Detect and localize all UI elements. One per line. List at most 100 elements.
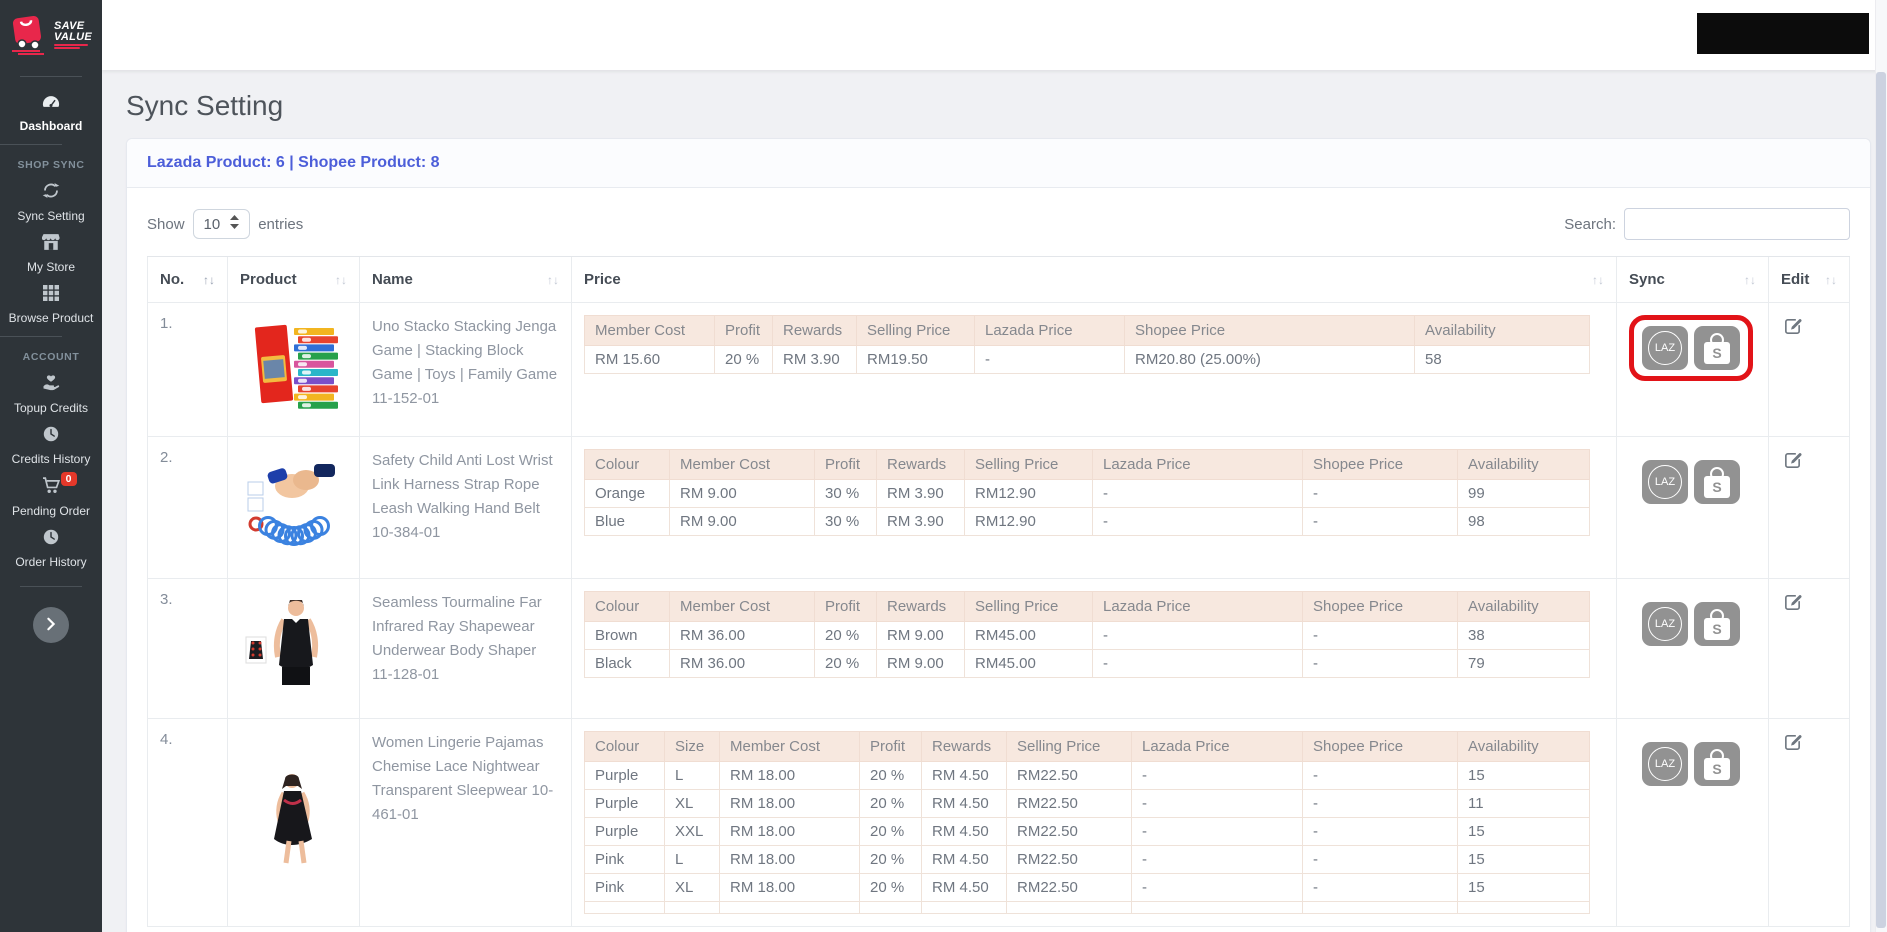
product-name-cell: Uno Stacko Stacking Jenga Game | Stackin… [359,303,571,436]
price-col-rewards: Rewards [921,731,1007,762]
column-header-name[interactable]: Name ↑↓ [359,257,571,302]
variant-value [1006,901,1132,914]
variant-row: Purple L RM 18.00 20 % RM 4.50 RM22.50- -15 [584,761,1590,790]
sync-cell: LAZ S [1616,579,1768,718]
product-name: Safety Child Anti Lost Wrist Link Harnes… [372,452,553,517]
card-body: Show 10 entries Search: No. ↑↓ Product ↑↓ Na… [127,188,1870,932]
sidebar-item-label: Topup Credits [13,401,89,415]
shopee-icon-letter: S [1712,760,1722,777]
shopee-sync-button[interactable]: S [1694,602,1740,646]
price-table: Colour Member Cost Profit Rewards Selling Pr… [584,591,1590,678]
edit-button[interactable] [1781,449,1804,475]
variant-value: - [1302,479,1458,508]
sidebar-section-heading: SHOP SYNC [17,159,85,171]
sidebar-item-label: Sync Setting [17,209,85,223]
sort-icon: ↑↓ [1592,272,1604,287]
variant-value: RM 9.00 [876,649,965,678]
sync-setting-card: Lazada Product: 6 | Shopee Product: 8 Sh… [126,138,1871,932]
table-header-row: No. ↑↓ Product ↑↓ Name ↑↓ Price ↑↓ Sync ↑↓ Edit ↑↓ [147,257,1850,303]
lazada-sync-button[interactable]: LAZ [1642,602,1688,646]
variant-value [921,901,1007,914]
variant-value: Black [584,649,670,678]
column-header-sync[interactable]: Sync ↑↓ [1616,257,1768,302]
variant-value: 11 [1457,789,1590,818]
variant-value: RM 4.50 [921,789,1007,818]
product-image-cell [227,303,359,436]
entries-label: entries [258,215,304,233]
column-header-label: Edit [1781,271,1810,288]
shopee-sync-button[interactable]: S [1694,460,1740,504]
variant-value: RM 9.00 [669,507,815,536]
column-header-price[interactable]: Price ↑↓ [571,257,1616,302]
sync-icon [42,182,60,204]
edit-button[interactable] [1781,731,1804,757]
variant-value: XL [664,873,720,902]
topbar [102,0,1887,70]
variant-value: RM 18.00 [719,761,860,790]
variant-value: RM 18.00 [719,817,860,846]
app-logo[interactable]: SAVE VALUE [0,0,102,70]
edit-cell [1768,579,1850,718]
sidebar-item-my-store[interactable]: My Store [0,234,102,274]
variant-value: 20 % [814,649,877,678]
product-sku: 11-128-01 [372,666,440,683]
price-col-availability: Availability [1414,315,1590,346]
sidebar-item-pending-order[interactable]: 0 Pending Order [0,472,102,518]
variant-value: 30 % [814,507,877,536]
column-header-label: Product [240,271,297,288]
lazada-sync-button[interactable]: LAZ [1642,460,1688,504]
divider [20,76,82,77]
price-table: Colour Size Member Cost Profit Rewards Sellin… [584,731,1590,914]
shopee-sync-button[interactable]: S [1694,326,1740,370]
nightwear-product-image [242,769,346,877]
price-col-shopee-price: Shopee Price [1302,449,1458,480]
variant-value: RM 18.00 [719,789,860,818]
variant-value: 15 [1457,817,1590,846]
scrollbar-thumb[interactable] [1876,72,1886,928]
search-input[interactable] [1624,208,1850,240]
variant-value: RM 18.00 [719,845,860,874]
red-annotation-highlight: LAZ S [1629,315,1753,381]
column-header-product[interactable]: Product ↑↓ [227,257,359,302]
price-col-colour: Colour [584,731,665,762]
sidebar-collapse-button[interactable] [33,607,69,643]
variant-value: RM19.50 [856,345,975,374]
shopee-icon-letter: S [1712,478,1722,495]
lazada-sync-button[interactable]: LAZ [1642,326,1688,370]
variant-row-clipped [584,901,1590,914]
cart-icon: 0 [42,472,77,499]
shopee-sync-button[interactable]: S [1694,742,1740,786]
variant-value: - [1302,761,1458,790]
price-col-rewards: Rewards [876,591,965,622]
shapewear-product-image [242,595,346,703]
edit-button[interactable] [1781,315,1804,341]
main-content: Sync Setting Lazada Product: 6 | Shopee … [102,70,1887,932]
page-size-select[interactable]: 10 [192,209,251,239]
price-col-lazada-price: Lazada Price [1092,449,1303,480]
edit-button[interactable] [1781,591,1804,617]
variant-row: Purple XL RM 18.00 20 % RM 4.50 RM22.50- -11 [584,789,1590,818]
price-col-profit: Profit [814,449,877,480]
variant-value: RM 9.00 [669,479,815,508]
lazada-sync-button[interactable]: LAZ [1642,742,1688,786]
lazada-icon: LAZ [1648,465,1682,499]
price-col-availability: Availability [1457,731,1590,762]
variant-value: RM 4.50 [921,761,1007,790]
bag-body: S [1704,617,1730,640]
variant-value: - [1131,845,1303,874]
sidebar-item-order-history[interactable]: Order History [0,529,102,569]
variant-value [1302,901,1458,914]
sidebar-item-credits-history[interactable]: Credits History [0,426,102,466]
table-row: 3. Seamless Tourmaline Far Infrared Ray S… [147,579,1850,719]
sidebar-item-sync-setting[interactable]: Sync Setting [0,182,102,223]
variant-value: RM 3.90 [876,479,965,508]
sidebar-item-browse-product[interactable]: Browse Product [0,285,102,325]
column-header-label: No. [160,271,185,288]
sidebar-item-dashboard[interactable]: Dashboard [0,94,102,133]
sidebar-item-topup-credits[interactable]: Topup Credits [0,374,102,415]
price-cell: Colour Member Cost Profit Rewards Selling Pr… [571,437,1616,578]
column-header-edit[interactable]: Edit ↑↓ [1768,257,1850,302]
shopee-bag-icon: S [1704,466,1730,498]
column-header-no[interactable]: No. ↑↓ [147,257,227,302]
variant-value [1131,901,1303,914]
